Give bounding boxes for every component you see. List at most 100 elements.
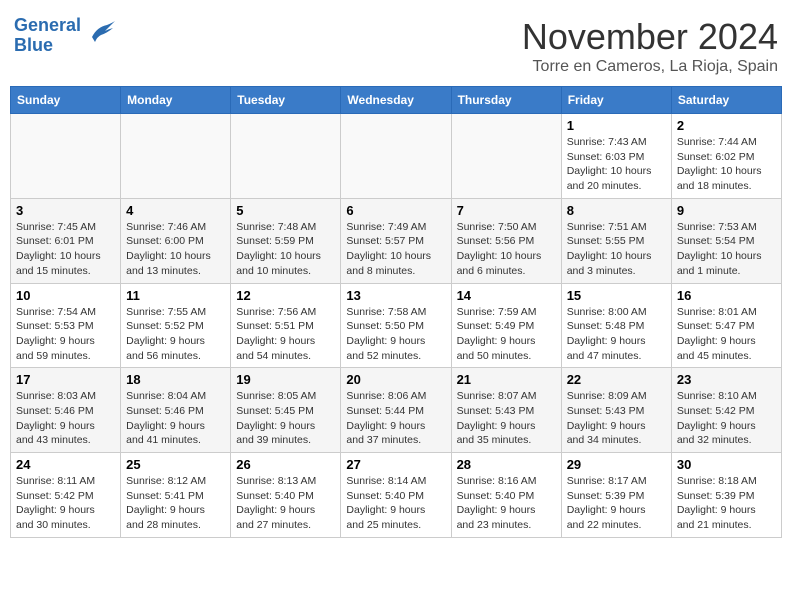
day-info: Sunrise: 8:16 AM Sunset: 5:40 PM Dayligh… bbox=[457, 474, 556, 533]
day-number: 25 bbox=[126, 457, 225, 472]
calendar-cell bbox=[451, 114, 561, 199]
calendar-cell: 23 Sunrise: 8:10 AM Sunset: 5:42 PM Dayli… bbox=[671, 368, 781, 453]
calendar-cell: 5 Sunrise: 7:48 AM Sunset: 5:59 PM Daylig… bbox=[231, 198, 341, 283]
day-number: 10 bbox=[16, 288, 115, 303]
calendar-cell: 6 Sunrise: 7:49 AM Sunset: 5:57 PM Daylig… bbox=[341, 198, 451, 283]
day-number: 26 bbox=[236, 457, 335, 472]
day-number: 13 bbox=[346, 288, 445, 303]
day-info: Sunrise: 7:56 AM Sunset: 5:51 PM Dayligh… bbox=[236, 305, 335, 364]
day-number: 5 bbox=[236, 203, 335, 218]
day-number: 4 bbox=[126, 203, 225, 218]
day-number: 30 bbox=[677, 457, 776, 472]
day-number: 21 bbox=[457, 372, 556, 387]
day-number: 16 bbox=[677, 288, 776, 303]
calendar-week-row: 17 Sunrise: 8:03 AM Sunset: 5:46 PM Dayli… bbox=[11, 368, 782, 453]
weekday-header-tuesday: Tuesday bbox=[231, 87, 341, 114]
calendar-table: SundayMondayTuesdayWednesdayThursdayFrid… bbox=[10, 86, 782, 538]
day-info: Sunrise: 7:46 AM Sunset: 6:00 PM Dayligh… bbox=[126, 220, 225, 279]
day-info: Sunrise: 8:06 AM Sunset: 5:44 PM Dayligh… bbox=[346, 389, 445, 448]
calendar-week-row: 24 Sunrise: 8:11 AM Sunset: 5:42 PM Dayli… bbox=[11, 453, 782, 538]
calendar-cell: 25 Sunrise: 8:12 AM Sunset: 5:41 PM Dayli… bbox=[121, 453, 231, 538]
calendar-cell: 21Sunrise: 8:07 AM Sunset: 5:43 PM Dayli… bbox=[451, 368, 561, 453]
calendar-cell: 15 Sunrise: 8:00 AM Sunset: 5:48 PM Dayli… bbox=[561, 283, 671, 368]
day-number: 14 bbox=[457, 288, 556, 303]
day-info: Sunrise: 7:58 AM Sunset: 5:50 PM Dayligh… bbox=[346, 305, 445, 364]
day-info: Sunrise: 8:03 AM Sunset: 5:46 PM Dayligh… bbox=[16, 389, 115, 448]
calendar-cell bbox=[231, 114, 341, 199]
calendar-cell: 9 Sunrise: 7:53 AM Sunset: 5:54 PM Daylig… bbox=[671, 198, 781, 283]
day-number: 2 bbox=[677, 118, 776, 133]
calendar-cell: 8 Sunrise: 7:51 AM Sunset: 5:55 PM Daylig… bbox=[561, 198, 671, 283]
day-info: Sunrise: 8:12 AM Sunset: 5:41 PM Dayligh… bbox=[126, 474, 225, 533]
day-number: 7 bbox=[457, 203, 556, 218]
day-info: Sunrise: 7:59 AM Sunset: 5:49 PM Dayligh… bbox=[457, 305, 556, 364]
day-info: Sunrise: 7:51 AM Sunset: 5:55 PM Dayligh… bbox=[567, 220, 666, 279]
day-number: 20 bbox=[346, 372, 445, 387]
calendar-cell: 30 Sunrise: 8:18 AM Sunset: 5:39 PM Dayli… bbox=[671, 453, 781, 538]
day-number: 19 bbox=[236, 372, 335, 387]
calendar-cell: 2 Sunrise: 7:44 AM Sunset: 6:02 PM Daylig… bbox=[671, 114, 781, 199]
weekday-header-wednesday: Wednesday bbox=[341, 87, 451, 114]
calendar-cell: 4 Sunrise: 7:46 AM Sunset: 6:00 PM Daylig… bbox=[121, 198, 231, 283]
day-number: 15 bbox=[567, 288, 666, 303]
day-info: Sunrise: 8:18 AM Sunset: 5:39 PM Dayligh… bbox=[677, 474, 776, 533]
weekday-header-sunday: Sunday bbox=[11, 87, 121, 114]
day-number: 9 bbox=[677, 203, 776, 218]
calendar-cell: 10Sunrise: 7:54 AM Sunset: 5:53 PM Dayli… bbox=[11, 283, 121, 368]
bird-svg bbox=[87, 17, 117, 47]
calendar-cell: 1Sunrise: 7:43 AM Sunset: 6:03 PM Daylig… bbox=[561, 114, 671, 199]
calendar-cell: 14 Sunrise: 7:59 AM Sunset: 5:49 PM Dayli… bbox=[451, 283, 561, 368]
weekday-header-monday: Monday bbox=[121, 87, 231, 114]
day-number: 17 bbox=[16, 372, 115, 387]
day-number: 29 bbox=[567, 457, 666, 472]
weekday-header-saturday: Saturday bbox=[671, 87, 781, 114]
day-number: 8 bbox=[567, 203, 666, 218]
calendar-cell: 13 Sunrise: 7:58 AM Sunset: 5:50 PM Dayli… bbox=[341, 283, 451, 368]
day-info: Sunrise: 7:48 AM Sunset: 5:59 PM Dayligh… bbox=[236, 220, 335, 279]
calendar-cell: 29Sunrise: 8:17 AM Sunset: 5:39 PM Dayli… bbox=[561, 453, 671, 538]
day-number: 23 bbox=[677, 372, 776, 387]
day-number: 24 bbox=[16, 457, 115, 472]
weekday-header-thursday: Thursday bbox=[451, 87, 561, 114]
day-number: 11 bbox=[126, 288, 225, 303]
day-info: Sunrise: 7:44 AM Sunset: 6:02 PM Dayligh… bbox=[677, 135, 776, 194]
day-number: 6 bbox=[346, 203, 445, 218]
day-number: 22 bbox=[567, 372, 666, 387]
page-header: General Blue November 2024 Torre en Came… bbox=[10, 10, 782, 82]
day-info: Sunrise: 8:00 AM Sunset: 5:48 PM Dayligh… bbox=[567, 305, 666, 364]
logo-blue: Blue bbox=[14, 35, 53, 55]
calendar-cell: 16 Sunrise: 8:01 AM Sunset: 5:47 PM Dayli… bbox=[671, 283, 781, 368]
day-info: Sunrise: 7:53 AM Sunset: 5:54 PM Dayligh… bbox=[677, 220, 776, 279]
title-section: November 2024 Torre en Cameros, La Rioja… bbox=[522, 16, 778, 76]
calendar-cell: 3Sunrise: 7:45 AM Sunset: 6:01 PM Daylig… bbox=[11, 198, 121, 283]
day-info: Sunrise: 8:05 AM Sunset: 5:45 PM Dayligh… bbox=[236, 389, 335, 448]
day-info: Sunrise: 8:04 AM Sunset: 5:46 PM Dayligh… bbox=[126, 389, 225, 448]
logo-general: General bbox=[14, 15, 81, 35]
weekday-header-friday: Friday bbox=[561, 87, 671, 114]
day-info: Sunrise: 7:50 AM Sunset: 5:56 PM Dayligh… bbox=[457, 220, 556, 279]
calendar-week-row: 1Sunrise: 7:43 AM Sunset: 6:03 PM Daylig… bbox=[11, 114, 782, 199]
calendar-cell: 18 Sunrise: 8:04 AM Sunset: 5:46 PM Dayli… bbox=[121, 368, 231, 453]
calendar-cell bbox=[121, 114, 231, 199]
day-number: 18 bbox=[126, 372, 225, 387]
calendar-header-row: SundayMondayTuesdayWednesdayThursdayFrid… bbox=[11, 87, 782, 114]
calendar-cell: 28 Sunrise: 8:16 AM Sunset: 5:40 PM Dayli… bbox=[451, 453, 561, 538]
calendar-cell: 17 Sunrise: 8:03 AM Sunset: 5:46 PM Dayli… bbox=[11, 368, 121, 453]
calendar-week-row: 10Sunrise: 7:54 AM Sunset: 5:53 PM Dayli… bbox=[11, 283, 782, 368]
day-number: 28 bbox=[457, 457, 556, 472]
location-title: Torre en Cameros, La Rioja, Spain bbox=[522, 58, 778, 76]
day-info: Sunrise: 8:01 AM Sunset: 5:47 PM Dayligh… bbox=[677, 305, 776, 364]
calendar-cell: 27 Sunrise: 8:14 AM Sunset: 5:40 PM Dayli… bbox=[341, 453, 451, 538]
calendar-cell: 7 Sunrise: 7:50 AM Sunset: 5:56 PM Daylig… bbox=[451, 198, 561, 283]
day-info: Sunrise: 7:45 AM Sunset: 6:01 PM Dayligh… bbox=[16, 220, 115, 279]
day-info: Sunrise: 8:10 AM Sunset: 5:42 PM Dayligh… bbox=[677, 389, 776, 448]
calendar-cell: 12Sunrise: 7:56 AM Sunset: 5:51 PM Dayli… bbox=[231, 283, 341, 368]
day-number: 27 bbox=[346, 457, 445, 472]
day-info: Sunrise: 7:49 AM Sunset: 5:57 PM Dayligh… bbox=[346, 220, 445, 279]
day-info: Sunrise: 8:11 AM Sunset: 5:42 PM Dayligh… bbox=[16, 474, 115, 533]
day-info: Sunrise: 8:14 AM Sunset: 5:40 PM Dayligh… bbox=[346, 474, 445, 533]
calendar-cell: 22Sunrise: 8:09 AM Sunset: 5:43 PM Dayli… bbox=[561, 368, 671, 453]
calendar-cell: 26 Sunrise: 8:13 AM Sunset: 5:40 PM Dayli… bbox=[231, 453, 341, 538]
calendar-week-row: 3Sunrise: 7:45 AM Sunset: 6:01 PM Daylig… bbox=[11, 198, 782, 283]
day-info: Sunrise: 8:13 AM Sunset: 5:40 PM Dayligh… bbox=[236, 474, 335, 533]
